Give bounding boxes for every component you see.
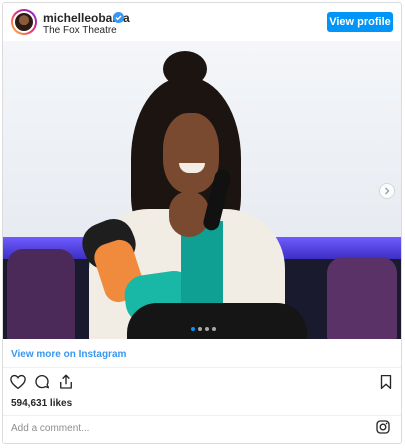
location-link[interactable]: The Fox Theatre — [43, 25, 117, 36]
carousel-dot — [191, 327, 195, 331]
comment-icon[interactable] — [33, 373, 53, 393]
add-comment-input[interactable]: Add a comment... — [11, 423, 89, 434]
post-header: michelleobama The Fox Theatre View profi… — [3, 3, 401, 41]
carousel-dot — [205, 327, 209, 331]
instagram-logo-icon[interactable] — [375, 419, 391, 435]
speaker-face — [163, 113, 219, 193]
view-more-link[interactable]: View more on Instagram — [11, 349, 126, 360]
carousel-dot — [212, 327, 216, 331]
view-profile-button[interactable]: View profile — [327, 12, 393, 32]
bookmark-icon[interactable] — [377, 373, 397, 393]
instagram-embed-card: michelleobama The Fox Theatre View profi… — [2, 2, 402, 444]
chair-right — [327, 257, 397, 339]
verified-badge-icon — [113, 12, 124, 23]
chevron-right-icon — [385, 187, 390, 195]
post-image[interactable] — [3, 41, 401, 339]
likes-count[interactable]: 594,631 likes — [11, 398, 72, 409]
heart-icon[interactable] — [9, 373, 29, 393]
avatar[interactable] — [11, 9, 37, 35]
share-icon[interactable] — [57, 373, 77, 393]
carousel-next-button[interactable] — [379, 183, 395, 199]
chair-left — [7, 249, 75, 339]
divider — [3, 415, 401, 416]
divider — [3, 367, 401, 368]
action-bar — [3, 373, 401, 395]
carousel-dot — [198, 327, 202, 331]
